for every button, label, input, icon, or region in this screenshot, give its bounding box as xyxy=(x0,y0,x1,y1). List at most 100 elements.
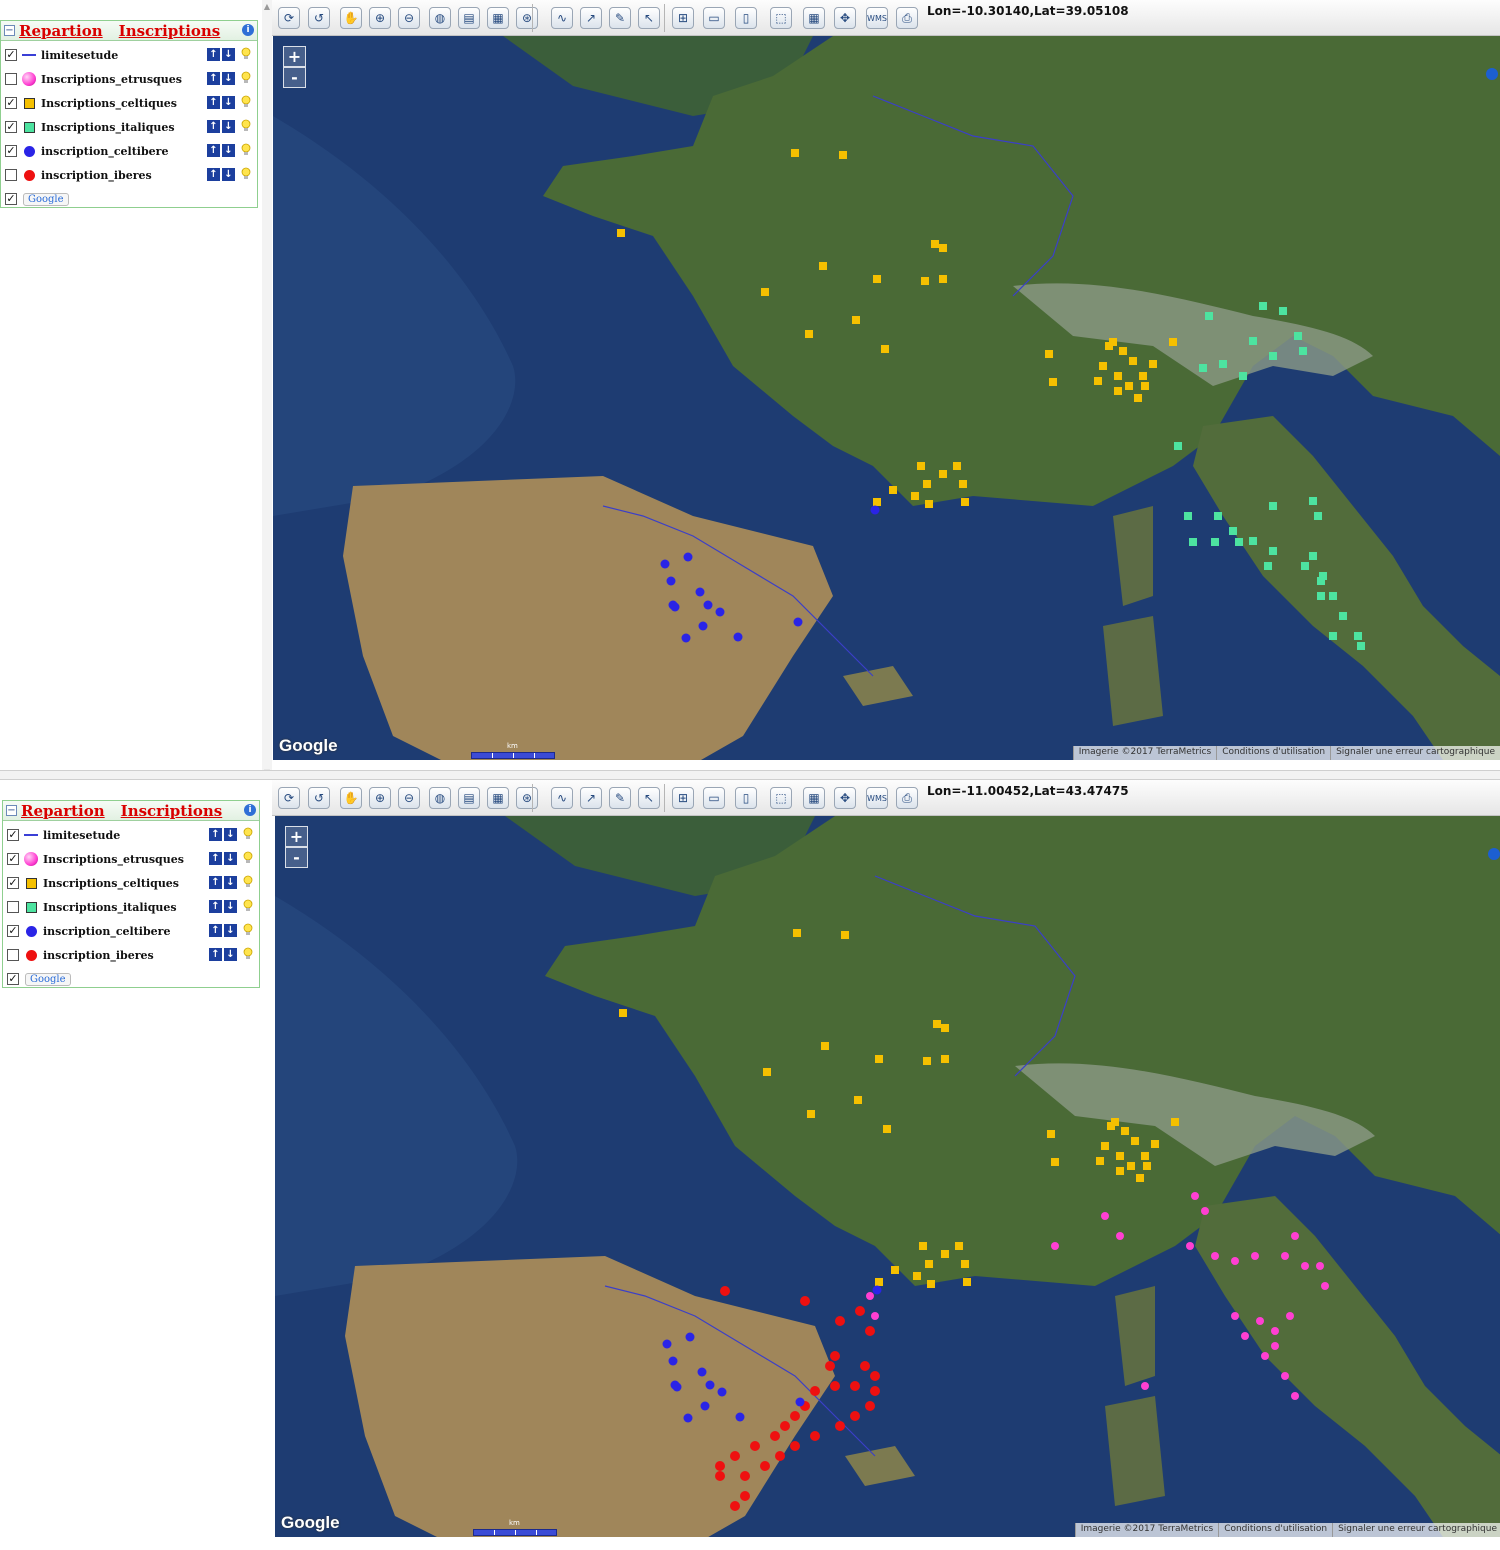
lightbulb-icon[interactable] xyxy=(243,851,253,864)
iberian-inscription-marker[interactable] xyxy=(740,1491,750,1501)
celtic-inscription-marker[interactable] xyxy=(1107,1122,1115,1130)
iberian-inscription-marker[interactable] xyxy=(870,1371,880,1381)
celtic-inscription-marker[interactable] xyxy=(1139,372,1147,380)
etruscan-inscription-marker[interactable] xyxy=(1116,1232,1124,1240)
celtic-inscription-marker[interactable] xyxy=(1119,347,1127,355)
target-icon[interactable]: ⊛ xyxy=(516,7,538,29)
italic-inscription-marker[interactable] xyxy=(1184,512,1192,520)
lightbulb-icon[interactable] xyxy=(243,947,253,960)
etruscan-inscription-marker[interactable] xyxy=(1241,1332,1249,1340)
layer-row-inscription_iberes[interactable]: inscription_iberes ↑ ↓ xyxy=(5,165,255,185)
book-icon[interactable]: ▯ xyxy=(735,7,757,29)
celtic-inscription-marker[interactable] xyxy=(1101,1142,1109,1150)
celtic-inscription-marker[interactable] xyxy=(925,500,933,508)
pan-icon[interactable]: ✋ xyxy=(340,7,362,29)
celtic-inscription-marker[interactable] xyxy=(953,462,961,470)
celtic-inscription-marker[interactable] xyxy=(1047,1130,1055,1138)
celtic-inscription-marker[interactable] xyxy=(1149,360,1157,368)
layer-row-inscriptions_etrusques[interactable]: ✓ Inscriptions_etrusques ↑ ↓ xyxy=(7,849,257,869)
celtiberian-inscription-marker[interactable] xyxy=(683,1413,693,1423)
layer-checkbox[interactable]: ✓ xyxy=(5,49,17,61)
etruscan-inscription-marker[interactable] xyxy=(1321,1282,1329,1290)
celtiberian-inscription-marker[interactable] xyxy=(733,632,743,642)
draw-line-icon[interactable]: ∿ xyxy=(551,787,573,809)
wms-icon[interactable]: WMS xyxy=(866,7,888,29)
zoom-in-icon[interactable]: ⊕ xyxy=(369,7,391,29)
celtic-inscription-marker[interactable] xyxy=(921,277,929,285)
move-down-icon[interactable]: ↓ xyxy=(224,828,237,841)
map-edge-icon[interactable] xyxy=(1486,68,1498,80)
etruscan-inscription-marker[interactable] xyxy=(1231,1257,1239,1265)
celtiberian-inscription-marker[interactable] xyxy=(668,1356,678,1366)
celtic-inscription-marker[interactable] xyxy=(881,345,889,353)
etruscan-inscription-marker[interactable] xyxy=(1281,1372,1289,1380)
celtic-inscription-marker[interactable] xyxy=(941,1250,949,1258)
celtic-inscription-marker[interactable] xyxy=(927,1280,935,1288)
layer-row-inscriptions_etrusques[interactable]: Inscriptions_etrusques ↑ ↓ xyxy=(5,69,255,89)
celtic-inscription-marker[interactable] xyxy=(1129,357,1137,365)
celtiberian-inscription-marker[interactable] xyxy=(662,1339,672,1349)
iberian-inscription-marker[interactable] xyxy=(790,1411,800,1421)
celtic-inscription-marker[interactable] xyxy=(1169,338,1177,346)
extent-icon[interactable]: ✥ xyxy=(834,787,856,809)
layer-checkbox[interactable]: ✓ xyxy=(5,97,17,109)
iberian-inscription-marker[interactable] xyxy=(740,1471,750,1481)
celtic-inscription-marker[interactable] xyxy=(793,929,801,937)
iberian-inscription-marker[interactable] xyxy=(750,1441,760,1451)
zoom-out-button[interactable]: - xyxy=(285,847,308,868)
celtic-inscription-marker[interactable] xyxy=(955,1242,963,1250)
etruscan-inscription-marker[interactable] xyxy=(1316,1262,1324,1270)
celtiberian-inscription-marker[interactable] xyxy=(681,633,691,643)
report-error-link[interactable]: Signaler une erreur cartographique xyxy=(1332,1523,1500,1537)
italic-inscription-marker[interactable] xyxy=(1189,538,1197,546)
layer-checkbox[interactable]: ✓ xyxy=(7,973,19,985)
layer-checkbox[interactable]: ✓ xyxy=(7,877,19,889)
iberian-inscription-marker[interactable] xyxy=(760,1461,770,1471)
etruscan-inscription-marker[interactable] xyxy=(1231,1312,1239,1320)
edit-icon[interactable]: ✎ xyxy=(609,7,631,29)
celtic-inscription-marker[interactable] xyxy=(1141,382,1149,390)
lightbulb-icon[interactable] xyxy=(243,899,253,912)
celtiberian-inscription-marker[interactable] xyxy=(872,1285,882,1295)
italic-inscription-marker[interactable] xyxy=(1235,538,1243,546)
celtic-inscription-marker[interactable] xyxy=(1171,1118,1179,1126)
layer-row-google[interactable]: ✓ Google xyxy=(5,189,255,209)
reload-icon[interactable]: ⟳ xyxy=(278,7,300,29)
celtic-inscription-marker[interactable] xyxy=(763,1068,771,1076)
folder-icon[interactable]: ▭ xyxy=(703,787,725,809)
layer-checkbox[interactable] xyxy=(7,949,19,961)
italic-inscription-marker[interactable] xyxy=(1329,632,1337,640)
iberian-inscription-marker[interactable] xyxy=(730,1501,740,1511)
celtic-inscription-marker[interactable] xyxy=(841,931,849,939)
italic-inscription-marker[interactable] xyxy=(1317,592,1325,600)
italic-inscription-marker[interactable] xyxy=(1309,552,1317,560)
folder-icon[interactable]: ▭ xyxy=(703,7,725,29)
celtic-inscription-marker[interactable] xyxy=(1099,362,1107,370)
iberian-inscription-marker[interactable] xyxy=(790,1441,800,1451)
iberian-inscription-marker[interactable] xyxy=(850,1381,860,1391)
map-view[interactable]: + - Google km 0 100 200 Imagerie ©2017 T… xyxy=(273,36,1500,760)
zoom-in-icon[interactable]: ⊕ xyxy=(369,787,391,809)
etruscan-inscription-marker[interactable] xyxy=(1186,1242,1194,1250)
italic-inscription-marker[interactable] xyxy=(1294,332,1302,340)
move-up-icon[interactable]: ↑ xyxy=(209,852,222,865)
book-icon[interactable]: ▯ xyxy=(735,787,757,809)
grid-icon[interactable]: ▦ xyxy=(487,787,509,809)
collapse-icon[interactable]: − xyxy=(6,805,17,816)
italic-inscription-marker[interactable] xyxy=(1214,512,1222,520)
iberian-inscription-marker[interactable] xyxy=(835,1421,845,1431)
move-up-icon[interactable]: ↑ xyxy=(207,72,220,85)
zoom-out-icon[interactable]: ⊖ xyxy=(398,787,420,809)
lightbulb-icon[interactable] xyxy=(241,95,251,108)
celtic-inscription-marker[interactable] xyxy=(1114,387,1122,395)
celtic-inscription-marker[interactable] xyxy=(1141,1152,1149,1160)
etruscan-inscription-marker[interactable] xyxy=(1261,1352,1269,1360)
move-up-icon[interactable]: ↑ xyxy=(209,948,222,961)
iberian-inscription-marker[interactable] xyxy=(855,1306,865,1316)
grid-icon[interactable]: ▦ xyxy=(487,7,509,29)
move-up-icon[interactable]: ↑ xyxy=(207,120,220,133)
celtic-inscription-marker[interactable] xyxy=(961,1260,969,1268)
celtiberian-inscription-marker[interactable] xyxy=(668,600,678,610)
scroll-up-icon[interactable]: ▲ xyxy=(262,2,272,12)
celtic-inscription-marker[interactable] xyxy=(819,262,827,270)
